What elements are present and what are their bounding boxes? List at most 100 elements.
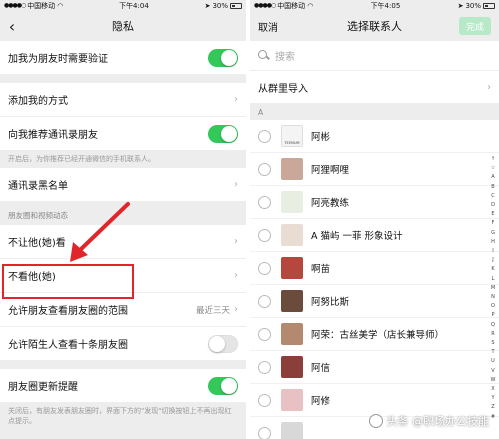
chevron-right-icon: › bbox=[234, 94, 238, 105]
index-letter[interactable]: B bbox=[489, 183, 497, 192]
range-row[interactable]: 允许朋友查看朋友圈的范围 最近三天 › bbox=[0, 293, 246, 327]
index-letter[interactable]: Q bbox=[489, 321, 497, 330]
index-letter[interactable]: O bbox=[489, 302, 497, 311]
stranger-row: 允许陌生人查看十条朋友圈 bbox=[0, 327, 246, 361]
index-letter[interactable]: L bbox=[489, 275, 497, 284]
contact-name: 阿努比斯 bbox=[311, 297, 350, 308]
select-radio[interactable] bbox=[258, 360, 271, 374]
avatar bbox=[281, 191, 303, 213]
add-methods-row[interactable]: 添加我的方式 › bbox=[0, 83, 246, 117]
contact-name: 啊苗 bbox=[311, 264, 331, 275]
select-radio[interactable] bbox=[258, 393, 271, 407]
index-letter[interactable]: E bbox=[489, 210, 497, 219]
signal-icon: ●●●●○ bbox=[4, 2, 26, 9]
import-from-group-row[interactable]: 从群里导入 › bbox=[250, 71, 499, 104]
chevron-right-icon: › bbox=[234, 304, 238, 315]
update-remind-row: 朋友圈更新提醒 bbox=[0, 369, 246, 403]
select-radio[interactable] bbox=[258, 426, 271, 439]
index-letter[interactable]: # bbox=[489, 413, 497, 422]
chevron-right-icon: › bbox=[234, 270, 238, 281]
search-bar[interactable]: 搜索 bbox=[250, 41, 499, 71]
select-radio[interactable] bbox=[258, 195, 271, 209]
done-button[interactable]: 完成 bbox=[459, 17, 491, 35]
avatar-caption: TEEMUM bbox=[284, 141, 300, 145]
contact-row[interactable]: TEEMUM 阿彬 bbox=[250, 120, 499, 153]
alphabet-index[interactable]: ↑ ☆ A B C D E F G H I J K L M N O P Q R S T U V W X Y Z # bbox=[489, 155, 497, 422]
index-letter[interactable]: V bbox=[489, 367, 497, 376]
select-radio[interactable] bbox=[258, 261, 271, 275]
index-letter[interactable]: A bbox=[489, 173, 497, 182]
status-bar: ●●●●○ 中国移动 ◠ 下午4:05 ➤ 30% bbox=[250, 0, 499, 11]
update-remind-toggle[interactable] bbox=[208, 376, 238, 395]
add-methods-label: 添加我的方式 bbox=[8, 96, 68, 107]
contact-row[interactable]: 阿信 bbox=[250, 351, 499, 384]
contact-row[interactable]: 阿荣：古丝美学（店长兼导师） bbox=[250, 318, 499, 351]
index-letter[interactable]: Z bbox=[489, 403, 497, 412]
chevron-right-icon: › bbox=[234, 236, 238, 247]
index-letter[interactable]: G bbox=[489, 229, 497, 238]
page-title: 隐私 bbox=[112, 20, 134, 33]
select-radio[interactable] bbox=[258, 129, 271, 143]
range-label: 允许朋友查看朋友圈的范围 bbox=[8, 306, 128, 317]
index-letter[interactable]: Y bbox=[489, 394, 497, 403]
location-icon: ➤ bbox=[457, 1, 464, 10]
contact-row[interactable]: 阿亮教练 bbox=[250, 186, 499, 219]
contact-name: A 猫屿 一菲 形象设计 bbox=[311, 231, 403, 242]
search-icon bbox=[258, 50, 269, 61]
contact-row[interactable]: A 猫屿 一菲 形象设计 bbox=[250, 219, 499, 252]
recommend-label: 向我推荐通讯录朋友 bbox=[8, 130, 98, 141]
contact-row[interactable]: 啊苗 bbox=[250, 252, 499, 285]
avatar bbox=[281, 257, 303, 279]
status-time: 下午4:05 bbox=[370, 1, 401, 10]
select-radio[interactable] bbox=[258, 327, 271, 341]
index-letter[interactable]: S bbox=[489, 339, 497, 348]
index-letter[interactable]: ↑ bbox=[489, 155, 497, 164]
contact-row[interactable]: 阿狸啊哩 bbox=[250, 153, 499, 186]
contact-name: 阿修 bbox=[311, 396, 331, 407]
index-letter[interactable]: U bbox=[489, 357, 497, 366]
verify-toggle[interactable] bbox=[208, 48, 238, 67]
select-radio[interactable] bbox=[258, 294, 271, 308]
contact-row[interactable]: 阿努比斯 bbox=[250, 285, 499, 318]
index-letter[interactable]: T bbox=[489, 348, 497, 357]
chevron-left-icon: ‹ bbox=[8, 16, 16, 36]
select-radio[interactable] bbox=[258, 162, 271, 176]
index-letter[interactable]: X bbox=[489, 385, 497, 394]
signal-icon: ●●●●○ bbox=[254, 2, 276, 9]
index-letter[interactable]: F bbox=[489, 219, 497, 228]
watermark-logo-icon bbox=[368, 414, 383, 428]
avatar bbox=[281, 323, 303, 345]
index-letter[interactable]: ☆ bbox=[489, 164, 497, 173]
index-letter[interactable]: H bbox=[489, 238, 497, 247]
index-letter[interactable]: C bbox=[489, 192, 497, 201]
index-letter[interactable]: D bbox=[489, 201, 497, 210]
index-letter[interactable]: N bbox=[489, 293, 497, 302]
stranger-toggle[interactable] bbox=[208, 334, 238, 353]
not-let-see-row[interactable]: 不让他(她)看 › bbox=[0, 225, 246, 259]
import-label: 从群里导入 bbox=[258, 83, 308, 95]
not-see-row[interactable]: 不看他(她) › bbox=[0, 259, 246, 293]
blacklist-row[interactable]: 通讯录黑名单 › bbox=[0, 168, 246, 202]
range-value: 最近三天 bbox=[195, 305, 230, 316]
index-letter[interactable]: I bbox=[489, 247, 497, 256]
index-letter[interactable]: M bbox=[489, 284, 497, 293]
index-letter[interactable]: W bbox=[489, 376, 497, 385]
avatar: TEEMUM bbox=[281, 125, 303, 147]
nav-bar: 取消 选择联系人 完成 bbox=[250, 11, 499, 41]
back-button[interactable]: ‹ bbox=[0, 11, 24, 41]
index-letter[interactable]: J bbox=[489, 256, 497, 265]
index-letter[interactable]: P bbox=[489, 311, 497, 320]
cancel-button[interactable]: 取消 bbox=[250, 19, 278, 34]
avatar bbox=[281, 389, 303, 411]
nav-bar: ‹ 隐私 bbox=[0, 11, 246, 41]
contact-name: 阿信 bbox=[311, 363, 331, 374]
battery-percent: 30% bbox=[212, 1, 228, 10]
select-radio[interactable] bbox=[258, 228, 271, 242]
watermark: 头条 @职场办公技能 bbox=[368, 413, 489, 429]
avatar bbox=[281, 422, 303, 439]
index-letter[interactable]: R bbox=[489, 330, 497, 339]
index-letter[interactable]: K bbox=[489, 265, 497, 274]
verify-label: 加我为朋友时需要验证 bbox=[8, 54, 108, 65]
recommend-toggle[interactable] bbox=[208, 124, 238, 143]
chevron-right-icon: › bbox=[487, 81, 491, 93]
